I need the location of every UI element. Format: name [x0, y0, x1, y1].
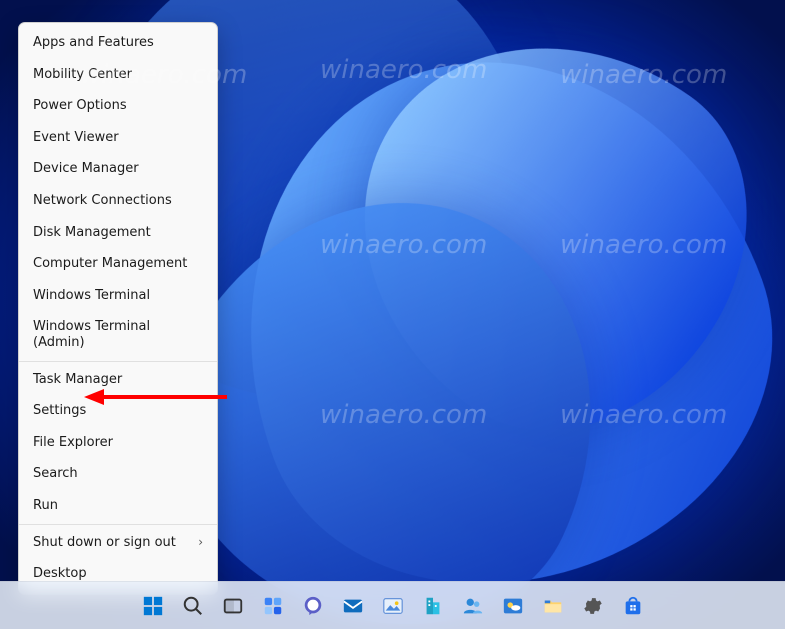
menu-item-windows-terminal-admin[interactable]: Windows Terminal (Admin)	[19, 311, 217, 358]
menu-item-network-connections[interactable]: Network Connections	[19, 185, 217, 217]
search-icon[interactable]	[179, 592, 207, 620]
menu-item-label: Network Connections	[33, 193, 172, 209]
menu-item-label: Shut down or sign out	[33, 535, 176, 551]
file-explorer-icon[interactable]	[539, 592, 567, 620]
menu-item-apps-and-features[interactable]: Apps and Features	[19, 27, 217, 59]
menu-item-windows-terminal[interactable]: Windows Terminal	[19, 280, 217, 312]
menu-item-mobility-center[interactable]: Mobility Center	[19, 59, 217, 91]
menu-item-file-explorer[interactable]: File Explorer	[19, 427, 217, 459]
menu-item-computer-management[interactable]: Computer Management	[19, 248, 217, 280]
winx-context-menu: Apps and Features Mobility Center Power Op…	[18, 22, 218, 595]
menu-item-disk-management[interactable]: Disk Management	[19, 217, 217, 249]
menu-item-label: Disk Management	[33, 225, 151, 241]
menu-item-label: Settings	[33, 403, 86, 419]
menu-item-shut-down-or-sign-out[interactable]: Shut down or sign out ›	[19, 527, 217, 559]
chat-icon[interactable]	[299, 592, 327, 620]
taskbar	[0, 581, 785, 629]
people-icon[interactable]	[459, 592, 487, 620]
store-icon[interactable]	[619, 592, 647, 620]
desktop-background: Apps and Features Mobility Center Power Op…	[0, 0, 785, 629]
chevron-right-icon: ›	[198, 535, 203, 549]
menu-item-device-manager[interactable]: Device Manager	[19, 153, 217, 185]
menu-item-run[interactable]: Run	[19, 490, 217, 522]
mail-icon[interactable]	[339, 592, 367, 620]
menu-separator	[19, 524, 217, 525]
settings-icon[interactable]	[579, 592, 607, 620]
weather-icon[interactable]	[499, 592, 527, 620]
menu-item-power-options[interactable]: Power Options	[19, 90, 217, 122]
menu-item-label: Search	[33, 466, 78, 482]
widgets-icon[interactable]	[259, 592, 287, 620]
menu-item-event-viewer[interactable]: Event Viewer	[19, 122, 217, 154]
menu-item-label: File Explorer	[33, 435, 113, 451]
office-building-icon[interactable]	[419, 592, 447, 620]
start-icon[interactable]	[139, 592, 167, 620]
menu-separator	[19, 361, 217, 362]
menu-item-label: Windows Terminal (Admin)	[33, 319, 203, 350]
menu-item-label: Apps and Features	[33, 35, 154, 51]
menu-item-settings[interactable]: Settings	[19, 395, 217, 427]
menu-item-label: Task Manager	[33, 372, 122, 388]
photos-icon[interactable]	[379, 592, 407, 620]
menu-item-label: Power Options	[33, 98, 127, 114]
menu-item-label: Mobility Center	[33, 67, 132, 83]
menu-item-label: Desktop	[33, 566, 87, 582]
menu-item-label: Device Manager	[33, 161, 139, 177]
menu-item-label: Computer Management	[33, 256, 187, 272]
menu-item-label: Windows Terminal	[33, 288, 150, 304]
menu-item-label: Event Viewer	[33, 130, 119, 146]
menu-item-task-manager[interactable]: Task Manager	[19, 364, 217, 396]
task-view-icon[interactable]	[219, 592, 247, 620]
menu-item-search[interactable]: Search	[19, 458, 217, 490]
menu-item-label: Run	[33, 498, 58, 514]
